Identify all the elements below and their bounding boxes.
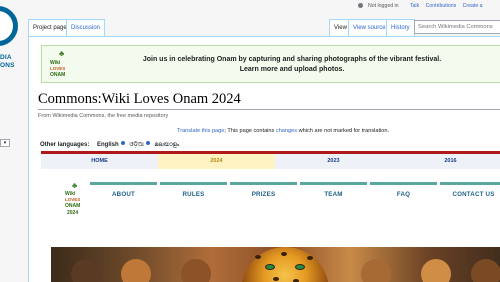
banner-logo-line3: ONAM (50, 72, 66, 78)
menu-team[interactable]: TEAM (300, 182, 367, 198)
logo-wordmark-line2: ONS (0, 62, 15, 69)
menu-about[interactable]: ABOUT (90, 182, 157, 198)
crowd-figure (361, 259, 391, 282)
language-link-malayalam[interactable]: മലയാളം (154, 142, 179, 148)
crowd-figure (471, 259, 500, 282)
not-logged-in-label: Not logged in (368, 3, 399, 9)
palm-tree-icon: ♣ (72, 181, 78, 190)
hero-image (51, 247, 500, 282)
wiki-loves-onam-2024-logo[interactable]: ♣ Wiki LOVES ONAM 2024 (65, 181, 89, 217)
title-divider (38, 109, 500, 110)
onam-logo-line4: 2024 (67, 210, 79, 216)
crowd-figure (71, 259, 101, 282)
translate-notice-mid: ; This page contains (224, 128, 276, 134)
tiger-spot (273, 277, 279, 281)
site-sub: From Wikimedia Commons, the free media r… (38, 113, 169, 119)
wiki-loves-onam-logo[interactable]: ♣ Wiki LOVES ONAM (50, 50, 76, 80)
banner-learn-more-link[interactable]: Learn more and upload photos. (102, 65, 482, 75)
translate-notice-tail: which are not marked for translation. (297, 128, 390, 134)
crowd-figure (181, 259, 211, 282)
sidebar: DIA ONS ▾ (0, 0, 28, 282)
crowd-figure (121, 259, 151, 282)
language-link-odia[interactable]: ଓଡ଼ିଆ (129, 142, 143, 148)
palm-tree-icon: ♣ (59, 49, 65, 58)
create-account-link[interactable]: Create a (463, 3, 483, 9)
language-select[interactable]: ▾ (0, 139, 10, 147)
year-nav-2016[interactable]: 2016 (392, 154, 500, 169)
contributions-link[interactable]: Contributions (426, 3, 457, 9)
campaign-menu: ABOUT RULES PRIZES TEAM FAQ CONTACT US (90, 182, 500, 198)
onam-logo-line3: ONAM (65, 203, 81, 209)
wikimedia-commons-logo[interactable] (0, 6, 18, 46)
language-link-english[interactable]: English (97, 142, 119, 148)
talk-link[interactable]: Talk (410, 3, 419, 9)
tiger-spot (255, 255, 261, 259)
year-nav-2023[interactable]: 2023 (275, 154, 392, 169)
banner-logo-line2: LOVES (50, 66, 66, 71)
tiger-spot (307, 256, 313, 260)
logo-wordmark[interactable]: DIA ONS (0, 54, 15, 70)
menu-rules[interactable]: RULES (160, 182, 227, 198)
bullet-icon (145, 141, 150, 145)
onam-logo-line2: LOVES (65, 197, 81, 202)
translate-notice: Translate this page; This page contains … (177, 128, 389, 134)
banner-message-line1: Join us in celebrating Onam by capturing… (142, 56, 442, 63)
tab-history[interactable]: History (386, 19, 415, 36)
other-languages-label: Other languages: (40, 142, 90, 148)
tiger-spot (281, 252, 287, 256)
page-title: Commons:Wiki Loves Onam 2024 (38, 91, 241, 107)
search-input[interactable]: Search Wikimedia Commons (414, 20, 500, 34)
menu-contact-us[interactable]: CONTACT US (440, 182, 500, 198)
page: DIA ONS ▾ Not logged in Talk Contributio… (0, 0, 500, 282)
menu-prizes[interactable]: PRIZES (230, 182, 297, 198)
tiger-eye (265, 264, 275, 270)
tiger-eye (295, 264, 305, 270)
bullet-icon (120, 141, 125, 145)
year-nav-2024[interactable]: 2024 (158, 154, 275, 169)
tab-view-source[interactable]: View source (348, 19, 391, 36)
personal-tools: Not logged in Talk Contributions Create … (358, 3, 488, 9)
crowd-figure (421, 259, 451, 282)
translate-this-page-link[interactable]: Translate this page (177, 128, 224, 134)
menu-faq[interactable]: FAQ (370, 182, 437, 198)
sitenotice-banner: ♣ Wiki LOVES ONAM Join us in celebrating… (41, 45, 500, 83)
banner-message: Join us in celebrating Onam by capturing… (102, 55, 482, 74)
changes-link[interactable]: changes (276, 128, 297, 134)
chevron-down-icon: ▾ (3, 140, 7, 146)
year-navigation: HOME 2024 2023 2016 (41, 151, 500, 169)
user-icon (358, 3, 363, 8)
year-nav-home[interactable]: HOME (41, 154, 158, 169)
not-logged-in: Not logged in (358, 3, 404, 9)
logo-wordmark-line1: DIA (0, 54, 12, 61)
content-area: ♣ Wiki LOVES ONAM Join us in celebrating… (28, 36, 500, 282)
tab-discussion[interactable]: Discussion (66, 19, 106, 36)
pulikali-tiger-mask (241, 247, 329, 282)
other-languages: Other languages: English ଓଡ଼ିଆ മലയാളം (40, 141, 181, 149)
